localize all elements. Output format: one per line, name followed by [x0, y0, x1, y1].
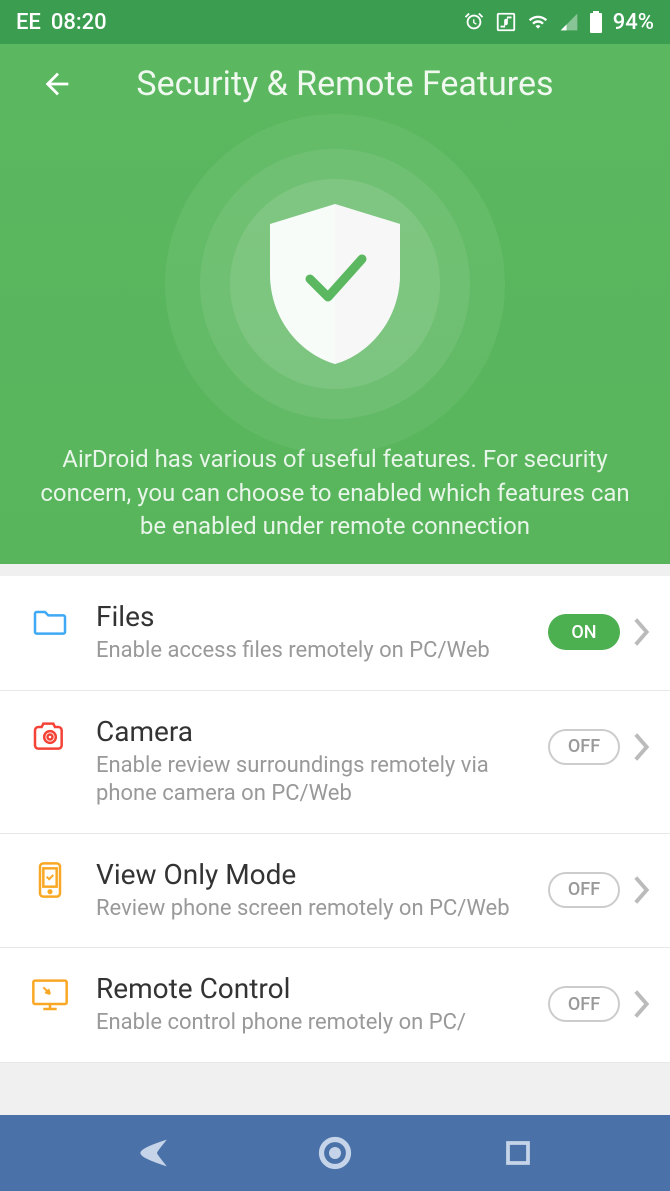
feature-item-camera[interactable]: Camera Enable review surroundings remote…	[0, 691, 670, 834]
feature-subtitle: Enable access files remotely on PC/Web	[96, 637, 538, 666]
feature-title: Remote Control	[96, 972, 538, 1005]
feature-title: Camera	[96, 715, 538, 748]
shield-graphic	[165, 114, 505, 453]
chevron-right-icon[interactable]	[634, 876, 650, 904]
remote-control-toggle[interactable]: OFF	[548, 986, 620, 1022]
camera-toggle[interactable]: OFF	[548, 729, 620, 765]
time-label: 08:20	[51, 10, 107, 35]
status-left: EE 08:20	[16, 10, 107, 35]
view-only-toggle[interactable]: OFF	[548, 872, 620, 908]
wifi-icon	[527, 12, 549, 32]
feature-item-files[interactable]: Files Enable access files remotely on PC…	[0, 576, 670, 691]
camera-icon	[30, 717, 70, 757]
feature-subtitle: Enable review surroundings remotely via …	[96, 752, 538, 809]
toggle-area: OFF	[548, 986, 650, 1022]
feature-item-remote-control[interactable]: Remote Control Enable control phone remo…	[0, 948, 670, 1063]
chevron-right-icon[interactable]	[634, 618, 650, 646]
header-top: Security & Remote Features	[20, 64, 650, 104]
chevron-right-icon[interactable]	[634, 990, 650, 1018]
nav-home-button[interactable]	[310, 1128, 360, 1178]
toggle-area: ON	[548, 614, 650, 650]
feature-text: View Only Mode Review phone screen remot…	[96, 858, 548, 924]
phone-view-icon	[30, 860, 70, 900]
toggle-area: OFF	[548, 872, 650, 908]
navigation-bar	[0, 1115, 670, 1191]
feature-subtitle: Review phone screen remotely on PC/Web	[96, 895, 538, 924]
nfc-icon	[495, 11, 517, 33]
battery-icon	[589, 11, 603, 33]
battery-percent: 94%	[613, 10, 654, 35]
nav-back-button[interactable]	[127, 1128, 177, 1178]
feature-title: View Only Mode	[96, 858, 538, 891]
page-title: Security & Remote Features	[40, 64, 650, 104]
toggle-area: OFF	[548, 729, 650, 765]
chevron-right-icon[interactable]	[634, 733, 650, 761]
files-icon	[30, 602, 70, 642]
features-list: Files Enable access files remotely on PC…	[0, 576, 670, 1063]
nav-recent-button[interactable]	[493, 1128, 543, 1178]
feature-subtitle: Enable control phone remotely on PC/	[96, 1009, 538, 1038]
carrier-label: EE	[16, 10, 41, 35]
feature-item-view-only[interactable]: View Only Mode Review phone screen remot…	[0, 834, 670, 949]
status-bar: EE 08:20 94%	[0, 0, 670, 44]
app-header: Security & Remote Features AirDroid has …	[0, 44, 670, 564]
feature-text: Files Enable access files remotely on PC…	[96, 600, 548, 666]
feature-title: Files	[96, 600, 538, 633]
status-right: 94%	[463, 10, 654, 35]
feature-text: Remote Control Enable control phone remo…	[96, 972, 548, 1038]
header-description: AirDroid has various of useful features.…	[20, 443, 650, 544]
remote-control-icon	[30, 974, 70, 1014]
shield-icon	[260, 199, 410, 369]
feature-text: Camera Enable review surroundings remote…	[96, 715, 548, 809]
signal-icon	[559, 12, 579, 32]
files-toggle[interactable]: ON	[548, 614, 620, 650]
alarm-icon	[463, 11, 485, 33]
